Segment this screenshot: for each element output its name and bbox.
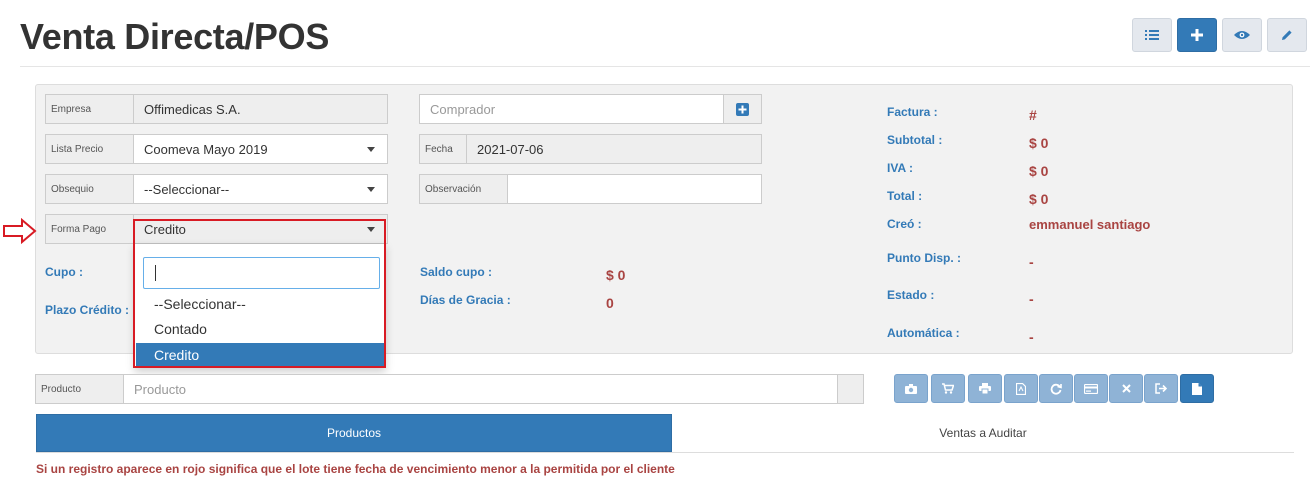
dropdown-option-selected[interactable]: Credito — [136, 343, 384, 367]
automatica-label: Automática : — [887, 326, 960, 340]
camera-button[interactable] — [894, 374, 928, 403]
caret-down-icon — [367, 226, 375, 232]
punto-disp-label: Punto Disp. : — [887, 251, 961, 265]
punto-disp-value: - — [1029, 254, 1034, 270]
lista-precio-select[interactable]: Coomeva Mayo 2019 — [134, 135, 387, 163]
card-button[interactable] — [1074, 374, 1108, 403]
exit-button[interactable] — [1144, 374, 1178, 403]
observacion-label: Observación — [420, 175, 508, 203]
subtotal-label: Subtotal : — [887, 133, 943, 147]
dropdown-option[interactable]: --Seleccionar-- — [136, 292, 384, 316]
fecha-field: 2021-07-06 — [467, 135, 761, 163]
saldo-cupo-value: $ 0 — [606, 267, 626, 283]
comprador-group: Comprador — [419, 94, 762, 124]
forma-pago-group: Forma Pago Credito — [45, 214, 388, 244]
fecha-label: Fecha — [420, 135, 467, 163]
observacion-group: Observación — [419, 174, 762, 204]
list-view-button[interactable] — [1132, 18, 1172, 52]
dropdown-search-input[interactable] — [143, 257, 380, 289]
file-icon — [1192, 382, 1202, 395]
factura-label: Factura : — [887, 105, 938, 119]
page-title: Venta Directa/POS — [20, 16, 330, 57]
caret-down-icon — [367, 186, 375, 192]
estado-label: Estado : — [887, 288, 935, 302]
tabs-divider — [36, 452, 1294, 453]
title-divider — [20, 66, 1310, 67]
lista-precio-label: Lista Precio — [46, 135, 134, 163]
tab-productos[interactable]: Productos — [36, 414, 672, 452]
creo-label: Creó : — [887, 217, 922, 231]
credit-card-icon — [1084, 383, 1098, 394]
plus-icon — [1191, 29, 1203, 41]
producto-group: Producto Producto — [35, 374, 864, 404]
producto-input[interactable]: Producto — [124, 375, 837, 403]
iva-label: IVA : — [887, 161, 913, 175]
plus-square-icon — [736, 102, 749, 116]
eye-icon — [1234, 31, 1250, 39]
dias-gracia-label: Días de Gracia : — [420, 293, 511, 307]
comprador-input[interactable]: Comprador — [420, 95, 723, 123]
empresa-field: Offimedicas S.A. — [134, 95, 387, 123]
saldo-cupo-label: Saldo cupo : — [420, 265, 492, 279]
creo-value: emmanuel santiago — [1029, 217, 1151, 232]
observacion-input[interactable] — [508, 175, 761, 203]
total-label: Total : — [887, 189, 923, 203]
producto-label: Producto — [36, 375, 124, 403]
tab-ventas-a-auditar[interactable]: Ventas a Auditar — [672, 414, 1294, 452]
sign-out-icon — [1155, 383, 1167, 394]
print-icon — [979, 383, 991, 394]
subtotal-value: $ 0 — [1029, 135, 1049, 151]
forma-pago-value: Credito — [144, 221, 186, 237]
list-icon — [1145, 30, 1159, 40]
forma-pago-label: Forma Pago — [46, 215, 134, 243]
iva-value: $ 0 — [1029, 163, 1049, 179]
add-comprador-button[interactable] — [723, 95, 761, 123]
total-value: $ 0 — [1029, 191, 1049, 207]
dias-gracia-value: 0 — [606, 295, 614, 311]
caret-down-icon — [367, 146, 375, 152]
lista-precio-value: Coomeva Mayo 2019 — [144, 141, 268, 157]
producto-addon[interactable] — [837, 375, 863, 403]
pencil-icon — [1282, 30, 1292, 40]
cupo-label: Cupo : — [45, 265, 83, 279]
refresh-button[interactable] — [1039, 374, 1073, 403]
cart-icon — [942, 383, 954, 394]
factura-value: # — [1029, 107, 1037, 123]
document-button[interactable] — [1180, 374, 1214, 403]
forma-pago-dropdown: --Seleccionar-- Contado Credito — [134, 243, 386, 368]
camera-icon — [905, 383, 917, 394]
forma-pago-select[interactable]: Credito — [134, 215, 387, 243]
pdf-icon — [1016, 382, 1026, 395]
empresa-group: Empresa Offimedicas S.A. — [45, 94, 388, 124]
print-button[interactable] — [968, 374, 1002, 403]
cart-button[interactable] — [931, 374, 965, 403]
obsequio-group: Obsequio --Seleccionar-- — [45, 174, 388, 204]
arrow-right-icon — [3, 218, 37, 244]
refresh-icon — [1050, 383, 1062, 395]
dropdown-option[interactable]: Contado — [136, 317, 384, 341]
automatica-value: - — [1029, 329, 1034, 345]
edit-button[interactable] — [1267, 18, 1307, 52]
fecha-group: Fecha 2021-07-06 — [419, 134, 762, 164]
pdf-button[interactable] — [1004, 374, 1038, 403]
estado-value: - — [1029, 291, 1034, 307]
obsequio-value: --Seleccionar-- — [144, 181, 230, 197]
obsequio-select[interactable]: --Seleccionar-- — [134, 175, 387, 203]
close-icon — [1121, 384, 1131, 393]
obsequio-label: Obsequio — [46, 175, 134, 203]
empresa-label: Empresa — [46, 95, 134, 123]
cancel-button[interactable] — [1109, 374, 1143, 403]
add-button[interactable] — [1177, 18, 1217, 52]
plazo-credito-label: Plazo Crédito : — [45, 303, 130, 317]
view-button[interactable] — [1222, 18, 1262, 52]
lista-precio-group: Lista Precio Coomeva Mayo 2019 — [45, 134, 388, 164]
expiry-notice: Si un registro aparece en rojo significa… — [36, 462, 675, 476]
text-cursor — [155, 265, 156, 281]
